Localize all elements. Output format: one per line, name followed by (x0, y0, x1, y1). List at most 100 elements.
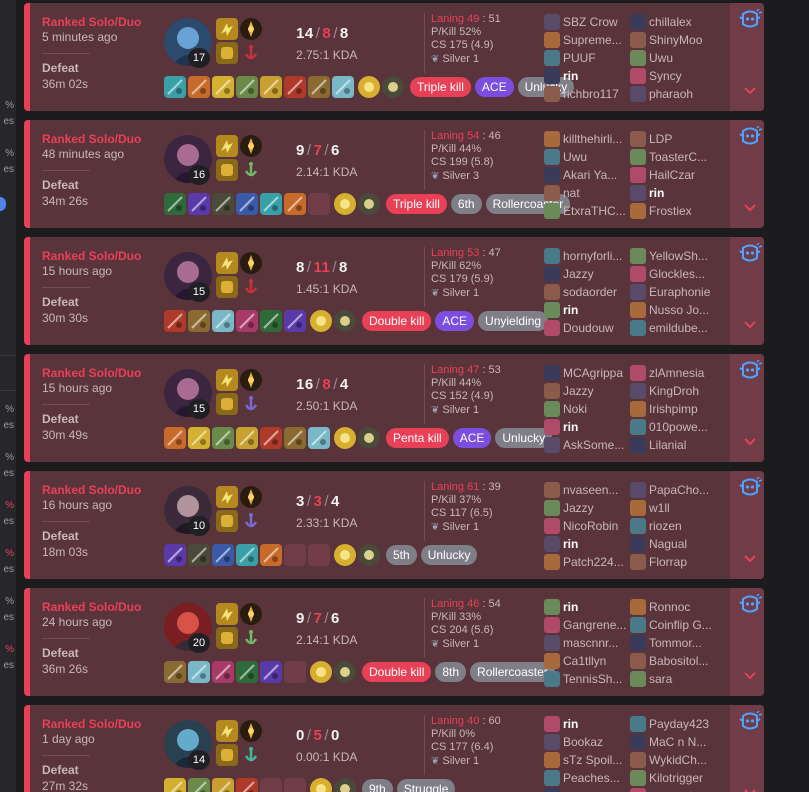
item-slot-icon[interactable] (260, 310, 282, 332)
item-slot-icon[interactable] (164, 661, 186, 683)
player-row[interactable]: rin (544, 418, 632, 436)
item-slot-icon[interactable] (260, 76, 282, 98)
player-name[interactable]: Jazzy (563, 501, 633, 515)
player-row[interactable]: pharaoh (630, 85, 718, 103)
player-row[interactable]: Uwu (544, 148, 632, 166)
player-name[interactable]: nat (563, 186, 633, 200)
player-row[interactable]: sodaorder (544, 283, 632, 301)
summoner-spell-ignite-icon[interactable] (216, 276, 238, 298)
player-row[interactable]: emildube... (630, 319, 718, 337)
player-name[interactable]: YellowSh... (649, 249, 719, 263)
player-row[interactable]: w1ll (630, 499, 718, 517)
item-slot-icon[interactable] (188, 427, 210, 449)
player-row[interactable]: Patch224... (544, 553, 632, 571)
player-name[interactable]: PapaCho... (649, 483, 719, 497)
item-slot-icon[interactable] (188, 661, 210, 683)
secondary-rune-icon[interactable] (240, 510, 262, 532)
summoner-spell-flash-icon[interactable] (216, 18, 238, 40)
player-row[interactable]: AskSome... (544, 436, 632, 454)
player-row[interactable]: PUUF (544, 49, 632, 67)
player-row[interactable]: Syncy (630, 67, 718, 85)
ai-analysis-icon[interactable] (737, 242, 763, 267)
expand-chevron-icon[interactable] (743, 200, 757, 212)
player-name[interactable]: Glockles... (649, 267, 719, 281)
item-slot-icon[interactable] (236, 193, 258, 215)
summoner-spell-ignite-icon[interactable] (216, 510, 238, 532)
player-row[interactable]: HailCzar (630, 166, 718, 184)
player-name[interactable]: SBZ Crow (563, 15, 633, 29)
player-row[interactable]: Supreme... (544, 31, 632, 49)
item-slot-icon[interactable] (284, 427, 306, 449)
item-slot-icon[interactable] (260, 427, 282, 449)
keystone-rune-icon[interactable] (240, 252, 262, 274)
player-row[interactable]: nat (544, 184, 632, 202)
player-name[interactable]: Nusso Jo... (649, 303, 719, 317)
secondary-rune-icon[interactable] (240, 159, 262, 181)
secondary-rune-icon[interactable] (240, 393, 262, 415)
trinket-icon[interactable] (358, 76, 380, 98)
player-name[interactable]: 010powe... (649, 420, 719, 434)
item-slot-icon[interactable] (212, 778, 234, 792)
item-slot-icon[interactable] (164, 544, 186, 566)
summoner-spell-ignite-icon[interactable] (216, 744, 238, 766)
player-name[interactable]: MaC n N... (649, 735, 719, 749)
summoner-spell-ignite-icon[interactable] (216, 42, 238, 64)
player-name[interactable]: AskSome... (563, 438, 633, 452)
trinket-icon[interactable] (334, 544, 356, 566)
trinket-icon[interactable] (310, 310, 332, 332)
ai-analysis-icon[interactable] (737, 593, 763, 618)
expand-chevron-icon[interactable] (743, 785, 757, 792)
player-name[interactable]: Frostiex (649, 204, 719, 218)
player-row[interactable]: Uwu (630, 49, 718, 67)
player-name[interactable]: Ronnoc (649, 600, 719, 614)
item-slot-icon[interactable] (236, 544, 258, 566)
player-name[interactable]: ShinyMoo (649, 33, 719, 47)
player-row[interactable]: Ca1tllyn (544, 652, 632, 670)
player-row[interactable]: Ronnoc (630, 598, 718, 616)
match-card[interactable]: Ranked Solo/Duo 15 hours ago Defeat 30m … (24, 354, 764, 462)
ai-analysis-icon[interactable] (737, 359, 763, 384)
player-row[interactable]: 010powe... (630, 418, 718, 436)
trinket-icon[interactable] (310, 778, 332, 792)
item-slot-icon[interactable] (212, 310, 234, 332)
trinket-icon[interactable] (334, 193, 356, 215)
secondary-rune-icon[interactable] (240, 744, 262, 766)
item-slot-icon[interactable] (236, 778, 258, 792)
player-row[interactable]: Babositol... (630, 652, 718, 670)
player-name[interactable]: Tommor... (649, 636, 719, 650)
match-card[interactable]: Ranked Solo/Duo 5 minutes ago Defeat 36m… (24, 3, 764, 111)
player-name[interactable]: rin (563, 537, 633, 551)
player-row[interactable]: PapaCho... (630, 481, 718, 499)
player-name[interactable]: chillalex (649, 15, 719, 29)
item-slot-icon[interactable] (188, 193, 210, 215)
player-row[interactable]: nvaseen... (544, 481, 632, 499)
player-row[interactable]: Jazzy (544, 265, 632, 283)
player-name[interactable]: riozen (649, 519, 719, 533)
player-row[interactable]: rin (630, 184, 718, 202)
item-slot-icon[interactable] (332, 76, 354, 98)
item-slot-icon[interactable] (236, 661, 258, 683)
player-name[interactable]: Nagual (649, 537, 719, 551)
player-name[interactable]: Jazzy (563, 267, 633, 281)
role-quest-item-icon[interactable] (334, 310, 356, 332)
player-row[interactable]: rin (544, 598, 632, 616)
player-row[interactable]: Gangrene... (544, 616, 632, 634)
player-row[interactable]: ToasterC... (630, 148, 718, 166)
role-quest-item-icon[interactable] (334, 661, 356, 683)
item-slot-icon[interactable] (212, 193, 234, 215)
summoner-spell-flash-icon[interactable] (216, 135, 238, 157)
summoner-spell-ignite-icon[interactable] (216, 159, 238, 181)
player-name[interactable]: Florrap (649, 555, 719, 569)
player-name[interactable]: zlAmnesia (649, 366, 719, 380)
sidebar-toggle[interactable] (0, 197, 6, 211)
player-row[interactable]: Euraphonie (630, 283, 718, 301)
player-name[interactable]: rin (563, 69, 633, 83)
keystone-rune-icon[interactable] (240, 369, 262, 391)
player-name[interactable]: hornyforli... (563, 249, 633, 263)
item-slot-icon[interactable] (188, 544, 210, 566)
player-row[interactable]: YellowSh... (630, 247, 718, 265)
item-slot-icon[interactable] (212, 544, 234, 566)
match-card[interactable]: Ranked Solo/Duo 1 day ago Defeat 27m 32s… (24, 705, 764, 792)
role-quest-item-icon[interactable] (334, 778, 356, 792)
player-row[interactable]: ShinyMoo (630, 31, 718, 49)
